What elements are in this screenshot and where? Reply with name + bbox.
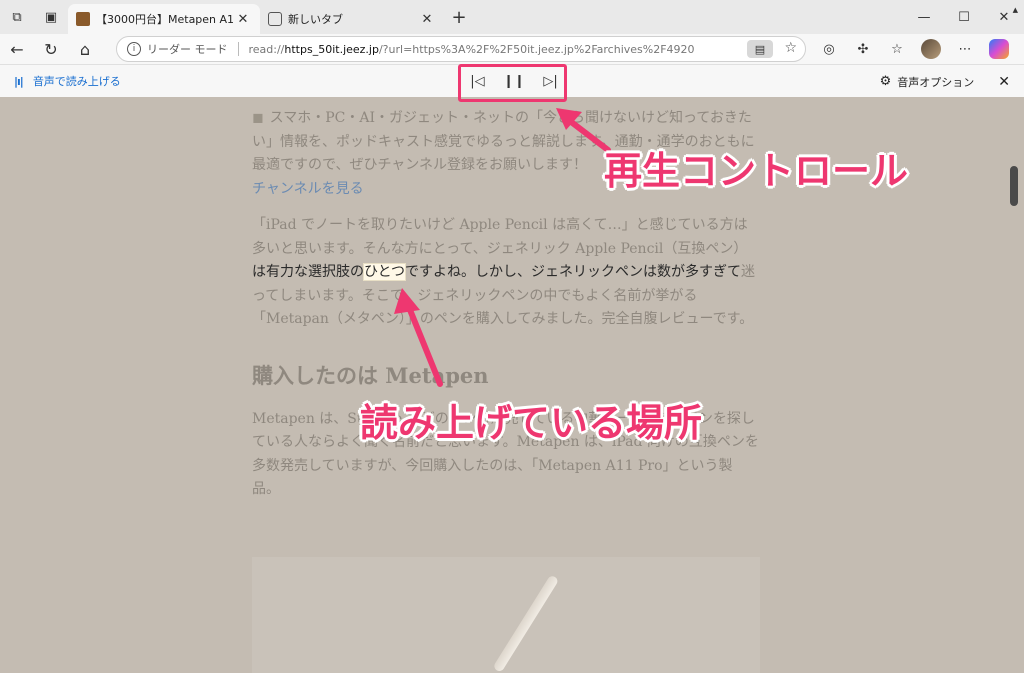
avatar[interactable] bbox=[921, 39, 941, 59]
reader-mode-label: リーダー モード bbox=[147, 43, 228, 56]
close-tab-icon[interactable]: ✕ bbox=[418, 12, 436, 27]
tab-title: 【3000円台】Metapen A11 Pro は買 bbox=[96, 13, 234, 26]
audio-wave-icon: |ı| bbox=[14, 74, 24, 88]
new-tab-button[interactable]: + bbox=[444, 7, 474, 28]
window-controls: — ☐ ✕ bbox=[904, 10, 1024, 25]
close-tab-icon[interactable]: ✕ bbox=[234, 12, 252, 27]
stylus-image bbox=[492, 574, 560, 673]
section-heading: 購入したのは Metapen bbox=[252, 362, 489, 388]
favorites-icon[interactable]: ☆ bbox=[880, 42, 914, 57]
lead-text-read: は有力な選択肢の bbox=[252, 264, 364, 280]
favorite-star-icon[interactable]: ☆ bbox=[784, 40, 797, 56]
new-tab-page-icon bbox=[268, 12, 282, 26]
close-window-icon[interactable]: ✕ bbox=[984, 10, 1024, 25]
annotation-reading-position: 読み上げている場所 bbox=[360, 401, 703, 445]
product-image bbox=[252, 557, 760, 673]
address-bar[interactable]: i リーダー モード read:// https_50it.jeez.jp /?… bbox=[116, 36, 806, 62]
maximize-icon[interactable]: ☐ bbox=[944, 10, 984, 25]
more-menu-icon[interactable]: ⋯ bbox=[948, 42, 982, 57]
home-icon[interactable]: ⌂ bbox=[68, 40, 102, 59]
tab-new[interactable]: 新しいタブ ✕ bbox=[260, 4, 444, 34]
tab-title: 新しいタブ bbox=[288, 13, 343, 26]
playback-highlight-box bbox=[458, 64, 567, 102]
browser-toolbar: ← ↻ ⌂ i リーダー モード read:// https_50it.jeez… bbox=[0, 34, 1024, 64]
site-favicon-icon bbox=[76, 12, 90, 26]
voice-settings-icon[interactable]: ⚙ bbox=[880, 74, 892, 89]
address-divider bbox=[237, 42, 239, 56]
voice-options-label[interactable]: 音声オプション bbox=[897, 74, 974, 90]
close-read-aloud-icon[interactable]: ✕ bbox=[998, 74, 1010, 90]
lead-text-read-2: ですよね。しかし、ジェネリックペンは数が多すぎて bbox=[405, 264, 742, 280]
lead-paragraph: 「iPad でノートを取りたいけど Apple Pencil は高くて…」と感じ… bbox=[252, 214, 760, 332]
read-aloud-toggle[interactable]: |ı| 音声で読み上げる bbox=[0, 73, 121, 89]
annotation-playback-controls: 再生コントロール bbox=[604, 149, 909, 193]
extensions-puzzle-icon[interactable]: ✣ bbox=[846, 42, 880, 57]
tab-article[interactable]: 【3000円台】Metapen A11 Pro は買 ✕ bbox=[68, 4, 260, 34]
url-rest: /?url=https%3A%2F%2F50it.jeez.jp%2Farchi… bbox=[378, 42, 695, 56]
toolbar-extensions: ◎ ✣ ☆ ⋯ bbox=[812, 34, 1016, 64]
lead-text-before: 「iPad でノートを取りたいけど Apple Pencil は高くて…」と感じ… bbox=[252, 217, 748, 257]
scrollbar-thumb[interactable] bbox=[1010, 166, 1018, 206]
copilot-icon[interactable] bbox=[989, 39, 1009, 59]
voice-options: ⚙ 音声オプション ✕ bbox=[880, 65, 1010, 98]
minimize-icon[interactable]: — bbox=[904, 10, 944, 25]
current-reading-word: ひとつ bbox=[362, 263, 407, 281]
refresh-icon[interactable]: ↻ bbox=[34, 40, 68, 59]
workspaces-icon[interactable]: ⧉ bbox=[0, 0, 34, 34]
podcast-icon: ◼ bbox=[252, 110, 264, 126]
immersive-reader-icon[interactable]: ▤ bbox=[747, 40, 773, 58]
read-aloud-label: 音声で読み上げる bbox=[32, 75, 121, 88]
url-host: https_50it.jeez.jp bbox=[284, 42, 379, 56]
tab-actions-icon[interactable]: ▣ bbox=[34, 0, 68, 34]
info-icon[interactable]: i bbox=[127, 42, 141, 56]
back-icon[interactable]: ← bbox=[0, 40, 34, 59]
extension-icon[interactable]: ◎ bbox=[812, 42, 846, 57]
scroll-up-icon[interactable]: ▲ bbox=[1013, 6, 1018, 14]
title-bar: ⧉ ▣ 【3000円台】Metapen A11 Pro は買 ✕ 新しいタブ ✕… bbox=[0, 0, 1024, 34]
url-prefix: read:// bbox=[248, 42, 285, 56]
